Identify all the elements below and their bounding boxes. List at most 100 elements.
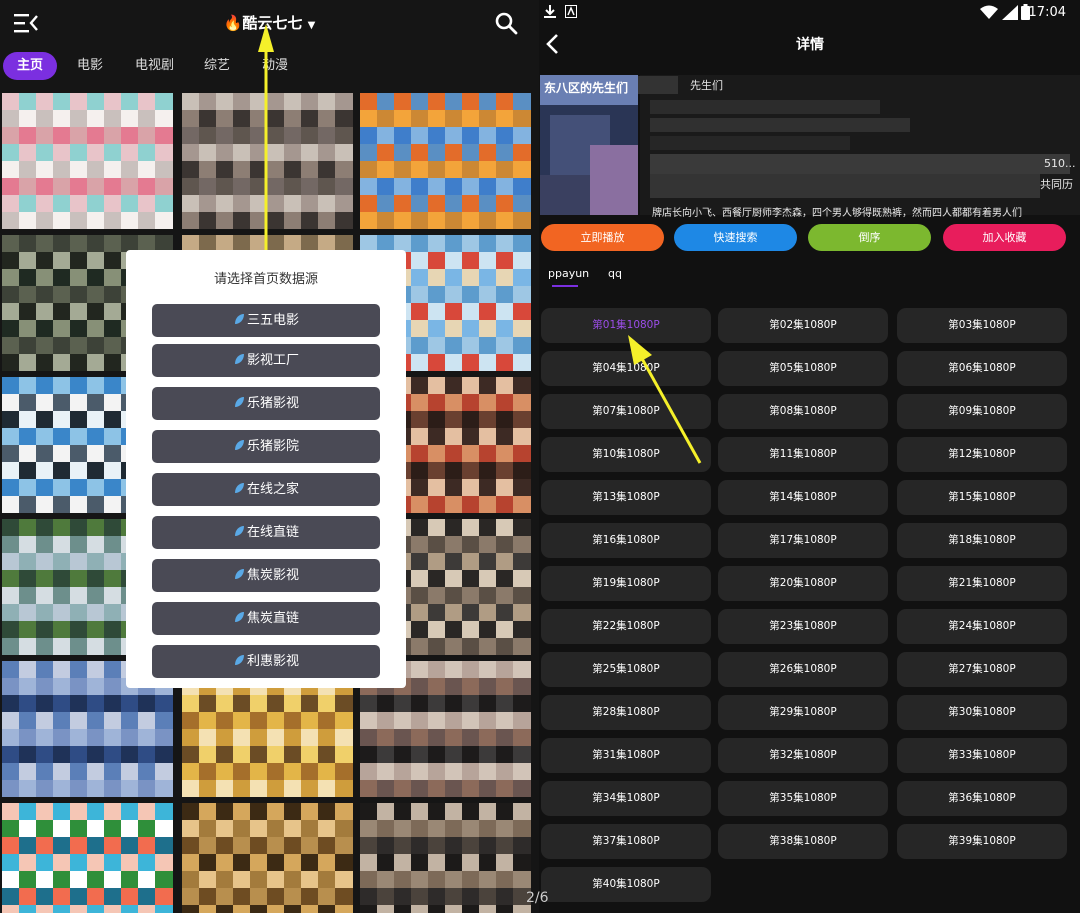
pixel-block — [36, 536, 54, 554]
pixel-block — [199, 712, 217, 730]
pixel-block — [479, 803, 497, 821]
episode-button[interactable]: 第32集1080P — [718, 738, 888, 773]
episode-button[interactable]: 第22集1080P — [541, 609, 711, 644]
episode-button[interactable]: 第25集1080P — [541, 652, 711, 687]
pixel-block — [70, 195, 88, 213]
episode-button[interactable]: 第19集1080P — [541, 566, 711, 601]
pixel-block — [411, 905, 429, 913]
episode-button[interactable]: 第13集1080P — [541, 480, 711, 515]
tab-variety[interactable]: 综艺 — [204, 52, 230, 80]
episode-button[interactable]: 第33集1080P — [897, 738, 1067, 773]
pixel-block — [70, 411, 88, 429]
pixel-block — [199, 195, 217, 213]
episode-button[interactable]: 第26集1080P — [718, 652, 888, 687]
episode-button[interactable]: 第12集1080P — [897, 437, 1067, 472]
pixel-block — [445, 93, 463, 111]
add-favorite-button[interactable]: 加入收藏 — [943, 224, 1066, 251]
tab-movies[interactable]: 电影 — [77, 52, 103, 80]
pixel-block — [513, 303, 531, 321]
pixel-block — [19, 621, 37, 639]
episode-button[interactable]: 第20集1080P — [718, 566, 888, 601]
pixel-block — [513, 746, 531, 764]
source-option[interactable]: 焦炭直链 — [152, 602, 380, 635]
pixel-block — [53, 252, 71, 270]
pixel-block — [138, 195, 156, 213]
pixel-block — [513, 661, 531, 679]
source-option[interactable]: 乐猪影院 — [152, 430, 380, 463]
pixel-block — [70, 496, 88, 513]
pixel-block — [428, 269, 446, 287]
pixel-block — [462, 269, 480, 287]
poster-tile[interactable] — [360, 93, 532, 229]
poster-tile[interactable] — [2, 93, 174, 229]
play-now-button[interactable]: 立即播放 — [541, 224, 664, 251]
pixel-block — [87, 905, 105, 913]
pixel-block — [318, 110, 336, 128]
episode-button[interactable]: 第38集1080P — [718, 824, 888, 859]
source-tab-ppayun[interactable]: ppayun — [548, 267, 589, 280]
pixel-block — [155, 161, 173, 179]
source-option[interactable]: 乐猪影视 — [152, 387, 380, 420]
pixel-block — [53, 871, 71, 889]
source-tab-qq[interactable]: qq — [608, 267, 622, 280]
episode-button[interactable]: 第37集1080P — [541, 824, 711, 859]
source-option[interactable]: 利惠影视 — [152, 645, 380, 678]
episode-button[interactable]: 第27集1080P — [897, 652, 1067, 687]
pixel-block — [428, 621, 446, 639]
pixel-block — [513, 479, 531, 497]
episode-button[interactable]: 第28集1080P — [541, 695, 711, 730]
poster-tile[interactable]: 7.6 — [2, 803, 174, 913]
reverse-order-button[interactable]: 倒序 — [808, 224, 931, 251]
pixel-block — [394, 729, 412, 747]
episode-button[interactable]: 第09集1080P — [897, 394, 1067, 429]
pixel-block — [36, 354, 54, 371]
episode-button[interactable]: 第40集1080P — [541, 867, 711, 902]
pixel-block — [19, 195, 37, 213]
source-option[interactable]: 在线直链 — [152, 516, 380, 549]
episode-button[interactable]: 第34集1080P — [541, 781, 711, 816]
episode-button[interactable]: 第39集1080P — [897, 824, 1067, 859]
source-option[interactable]: 影视工厂 — [152, 344, 380, 377]
pixel-block — [2, 604, 20, 622]
poster-tile[interactable] — [182, 803, 354, 913]
tab-home[interactable]: 主页 — [3, 52, 58, 80]
episode-button[interactable]: 第31集1080P — [541, 738, 711, 773]
episode-button[interactable]: 第08集1080P — [718, 394, 888, 429]
source-option[interactable]: 在线之家 — [152, 473, 380, 506]
pixel-block — [104, 428, 122, 446]
episode-button[interactable]: 第11集1080P — [718, 437, 888, 472]
pixel-block — [301, 763, 319, 781]
tab-tv-series[interactable]: 电视剧 — [135, 52, 174, 80]
pixel-block — [318, 178, 336, 196]
episode-button[interactable]: 第03集1080P — [897, 308, 1067, 343]
episode-button[interactable]: 第30集1080P — [897, 695, 1067, 730]
pixel-block — [445, 661, 463, 679]
source-option[interactable]: 三五电影 — [152, 304, 380, 337]
source-option[interactable]: 焦炭影视 — [152, 559, 380, 592]
episode-button[interactable]: 第24集1080P — [897, 609, 1067, 644]
episode-button[interactable]: 第21集1080P — [897, 566, 1067, 601]
episode-button[interactable]: 第23集1080P — [718, 609, 888, 644]
search-icon[interactable] — [494, 11, 518, 35]
episode-button[interactable]: 第06集1080P — [897, 351, 1067, 386]
quick-search-button[interactable]: 快速搜索 — [674, 224, 797, 251]
episode-button[interactable]: 第15集1080P — [897, 480, 1067, 515]
episode-button[interactable]: 第18集1080P — [897, 523, 1067, 558]
poster-tile[interactable] — [360, 803, 532, 913]
pixel-block — [360, 212, 378, 229]
episode-button[interactable]: 第36集1080P — [897, 781, 1067, 816]
pixel-block — [155, 837, 173, 855]
pixel-block — [36, 303, 54, 321]
episode-button[interactable]: 第35集1080P — [718, 781, 888, 816]
pixel-block — [19, 871, 37, 889]
pixel-block — [104, 235, 122, 253]
episode-button[interactable]: 第16集1080P — [541, 523, 711, 558]
pixel-block — [445, 445, 463, 463]
episode-button[interactable]: 第29集1080P — [718, 695, 888, 730]
episode-button[interactable]: 第17集1080P — [718, 523, 888, 558]
episode-button[interactable]: 第02集1080P — [718, 308, 888, 343]
episode-button[interactable]: 第14集1080P — [718, 480, 888, 515]
episode-button[interactable]: 第05集1080P — [718, 351, 888, 386]
pixel-block — [513, 445, 531, 463]
pixel-block — [496, 479, 514, 497]
